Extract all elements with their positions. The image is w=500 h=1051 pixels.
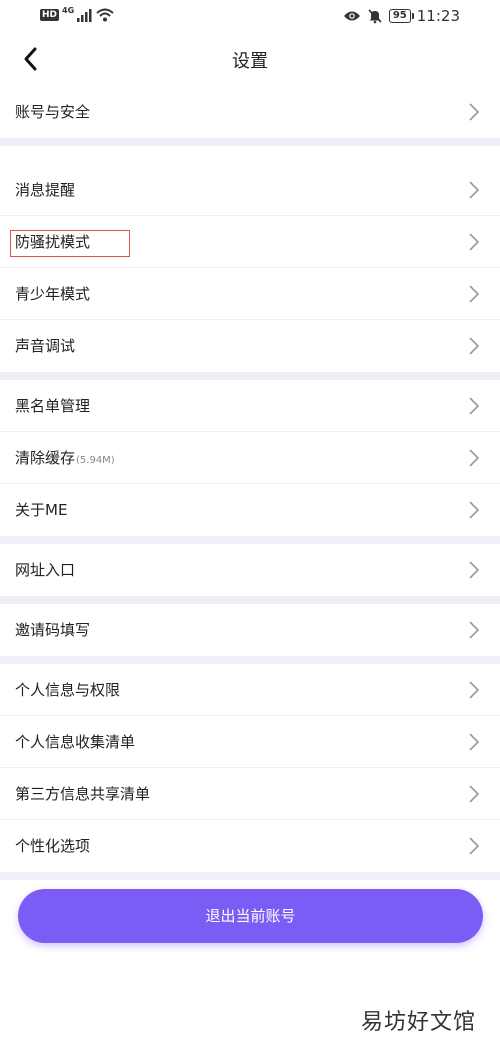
row-label: 清除缓存(5.94M) [15,447,115,468]
status-bar: HD 4G 95 11:23 [0,0,500,36]
row-label: 个性化选项 [15,837,91,855]
page-title: 设置 [232,51,268,72]
watermark: 易坊好文馆 [360,1010,476,1035]
row-label: 声音调试 [15,337,76,355]
section-divider [0,596,500,604]
signal-icon [77,9,92,22]
battery-icon: 95 [388,9,414,23]
row-message-reminder[interactable]: 消息提醒 [0,164,500,216]
row-label: 网址入口 [15,561,76,579]
row-invite-code[interactable]: 邀请码填写 [0,604,500,656]
row-url-entry[interactable]: 网址入口 [0,544,500,596]
section-privacy: 个人信息与权限 个人信息收集清单 第三方信息共享清单 个性化选项 [0,664,500,872]
section-notifications: 消息提醒 防骚扰模式 青少年模式 声音调试 [0,164,500,372]
chevron-right-icon [469,561,480,579]
bell-off-icon [368,9,382,24]
row-about[interactable]: 关于ME [0,484,500,536]
row-label: 防骚扰模式 [15,233,91,251]
clock: 11:23 [416,7,460,25]
row-label: 黑名单管理 [15,397,91,415]
chevron-right-icon [469,233,480,251]
row-third-party-sharing[interactable]: 第三方信息共享清单 [0,768,500,820]
chevron-right-icon [469,397,480,415]
chevron-right-icon [469,103,480,121]
chevron-right-icon [469,449,480,467]
section-divider [0,872,500,880]
clear-cache-label: 清除缓存 [15,449,76,467]
row-label: 青少年模式 [15,285,91,303]
nav-bar: 设置 [0,36,500,84]
logout-button[interactable]: 退出当前账号 [18,889,483,943]
status-left: HD 4G [40,5,114,22]
row-label: 个人信息与权限 [15,681,121,699]
status-right: 95 11:23 [343,7,460,25]
row-account-security[interactable]: 账号与安全 [0,86,500,138]
chevron-right-icon [469,681,480,699]
chevron-right-icon [469,501,480,519]
row-label: 邀请码填写 [15,621,91,639]
section-account: 账号与安全 [0,86,500,138]
row-personalization[interactable]: 个性化选项 [0,820,500,872]
chevron-right-icon [469,621,480,639]
chevron-right-icon [469,285,480,303]
row-label: 个人信息收集清单 [15,733,136,751]
section-divider [0,138,500,164]
chevron-right-icon [469,733,480,751]
network-type: 4G [62,5,75,15]
section-divider [0,656,500,664]
row-personal-info-collection[interactable]: 个人信息收集清单 [0,716,500,768]
row-label: 账号与安全 [15,103,91,121]
eye-icon [343,11,360,21]
section-invite: 邀请码填写 [0,604,500,656]
chevron-right-icon [469,337,480,355]
row-blacklist[interactable]: 黑名单管理 [0,380,500,432]
section-url: 网址入口 [0,544,500,596]
row-clear-cache[interactable]: 清除缓存(5.94M) [0,432,500,484]
cache-size: (5.94M) [76,455,115,466]
wifi-icon [96,8,114,22]
hd-badge: HD [40,9,60,21]
row-personal-info-permissions[interactable]: 个人信息与权限 [0,664,500,716]
settings-list: 账号与安全 消息提醒 防骚扰模式 青少年模式 声音调试 黑名单管理 清除缓存(5… [0,86,500,880]
row-label: 第三方信息共享清单 [15,785,151,803]
row-label: 消息提醒 [15,181,76,199]
chevron-right-icon [469,837,480,855]
section-divider [0,536,500,544]
row-label: 关于ME [15,501,68,519]
chevron-right-icon [469,181,480,199]
section-misc: 黑名单管理 清除缓存(5.94M) 关于ME [0,380,500,536]
row-anti-harassment[interactable]: 防骚扰模式 [0,216,500,268]
chevron-right-icon [469,785,480,803]
row-teen-mode[interactable]: 青少年模式 [0,268,500,320]
row-sound-debug[interactable]: 声音调试 [0,320,500,372]
section-divider [0,372,500,380]
